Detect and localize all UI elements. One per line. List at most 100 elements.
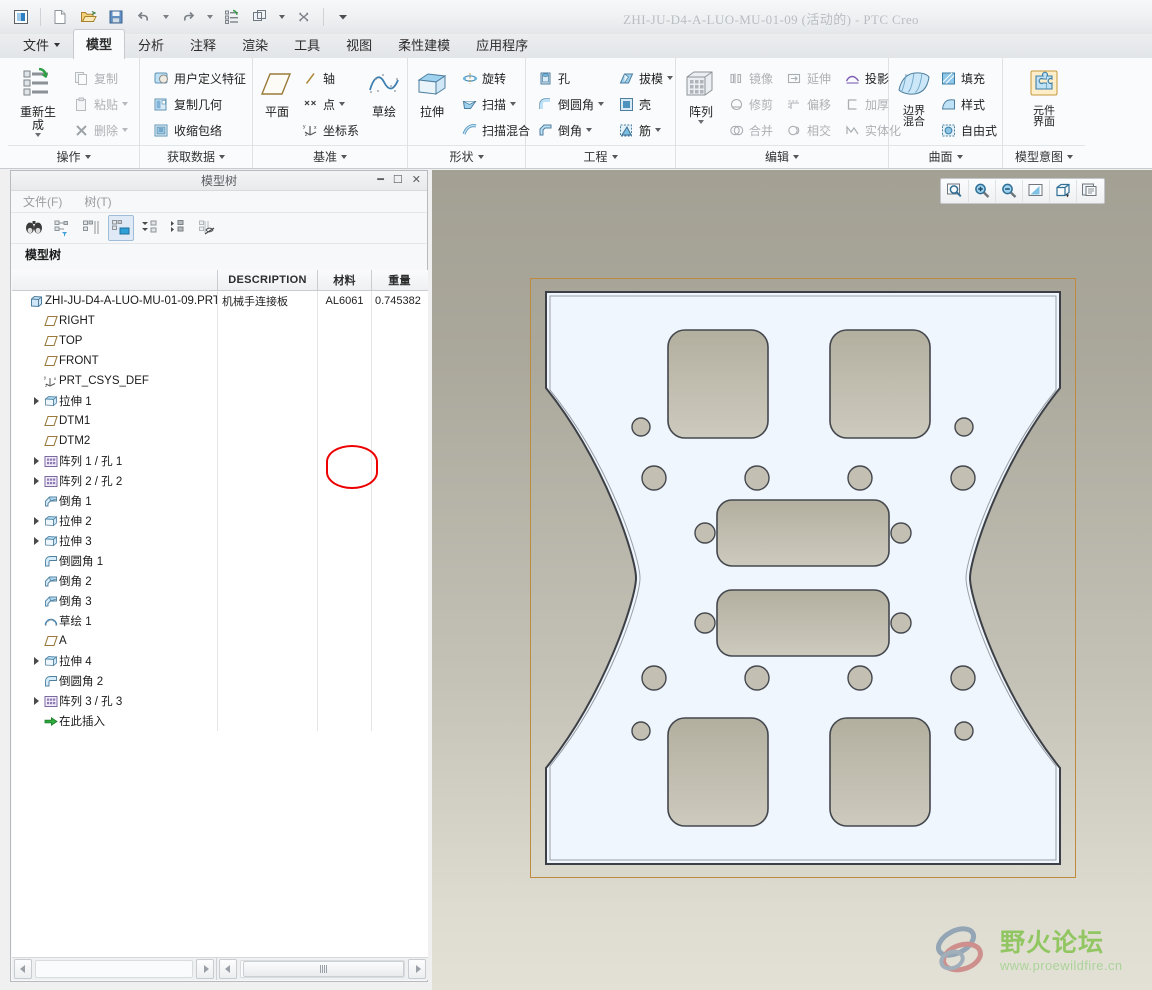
- tree-item-cell[interactable]: 倒角 1: [12, 491, 218, 511]
- expand-arrow-icon[interactable]: [30, 531, 42, 551]
- tree-item-cell[interactable]: y x z PRT_CSYS_DEF: [12, 371, 218, 391]
- table-row[interactable]: 拉伸 3: [12, 531, 428, 551]
- rib-caret-icon[interactable]: [655, 128, 662, 132]
- shrinkwrap-button[interactable]: 收缩包络: [149, 118, 250, 142]
- regenerate-caret-icon[interactable]: [34, 133, 41, 137]
- datum-axis-button[interactable]: 轴: [298, 66, 363, 90]
- table-row[interactable]: ZHI-JU-D4-A-LUO-MU-01-09.PRT 机械手连接板 AL6061…: [12, 291, 428, 311]
- expand-arrow-icon[interactable]: [30, 471, 42, 491]
- chevron-down-icon[interactable]: [54, 42, 61, 47]
- tab-0[interactable]: 文件: [10, 30, 73, 59]
- intersect-button[interactable]: 相交: [782, 118, 835, 142]
- group-caret-icon[interactable]: [956, 155, 963, 159]
- refit-icon[interactable]: [1023, 180, 1050, 202]
- column-header-weight[interactable]: 重量: [372, 270, 427, 290]
- datum-plane-button[interactable]: 平面: [260, 64, 294, 119]
- table-row[interactable]: FRONT: [12, 351, 428, 371]
- tab-8[interactable]: 应用程序: [463, 30, 541, 59]
- udf-button[interactable]: 用户定义特征: [149, 66, 250, 90]
- merge-button[interactable]: 合并: [724, 118, 777, 142]
- tree-item-cell[interactable]: DTM1: [12, 411, 218, 431]
- tree-item-cell[interactable]: TOP: [12, 331, 218, 351]
- chamfer-button[interactable]: 倒角: [533, 118, 608, 142]
- graphics-viewport[interactable]: 野火论坛 www.proewildfire.cn: [432, 170, 1152, 990]
- part-3d-model[interactable]: [530, 278, 1076, 878]
- extend-button[interactable]: 延伸: [782, 66, 835, 90]
- regenerate-button[interactable]: 重新生成: [15, 64, 61, 137]
- sweep-button[interactable]: 扫描: [457, 92, 534, 116]
- menu-file[interactable]: 文件(F): [23, 193, 62, 210]
- tree-item-cell[interactable]: 拉伸 2: [12, 511, 218, 531]
- group-caret-icon[interactable]: [341, 155, 347, 159]
- scroll-track-left[interactable]: [35, 960, 193, 978]
- coordinate-system-button[interactable]: yxz 坐标系: [298, 118, 363, 142]
- filter-settings-icon[interactable]: [50, 215, 76, 241]
- table-row[interactable]: TOP: [12, 331, 428, 351]
- close-icon[interactable]: ✕: [412, 175, 421, 186]
- mirror-button[interactable]: 镜像: [724, 66, 777, 90]
- find-icon[interactable]: [21, 215, 47, 241]
- menu-tree[interactable]: 树(T): [84, 193, 111, 210]
- paste-button[interactable]: 粘贴: [69, 92, 132, 116]
- tree-item-cell[interactable]: 拉伸 1: [12, 391, 218, 411]
- group-caret-icon[interactable]: [1067, 155, 1073, 159]
- copy-button[interactable]: 复制: [69, 66, 132, 90]
- tree-item-cell[interactable]: A: [12, 631, 218, 651]
- round-caret-icon[interactable]: [598, 102, 605, 106]
- display-style-icon[interactable]: [1050, 180, 1077, 202]
- revolve-button[interactable]: 旋转: [457, 66, 534, 90]
- scroll-thumb[interactable]: [243, 961, 404, 977]
- expand-arrow-icon[interactable]: [30, 511, 42, 531]
- rib-button[interactable]: 筋: [614, 118, 677, 142]
- minimize-icon[interactable]: ━: [377, 175, 384, 186]
- zoom-out-icon[interactable]: [996, 180, 1023, 202]
- table-row[interactable]: 拉伸 1: [12, 391, 428, 411]
- table-row[interactable]: 倒圆角 1: [12, 551, 428, 571]
- table-row[interactable]: A: [12, 631, 428, 651]
- table-row[interactable]: 倒圆角 2: [12, 671, 428, 691]
- style-button[interactable]: 样式: [936, 92, 1001, 116]
- copy-geometry-button[interactable]: 复制几何: [149, 92, 250, 116]
- table-row[interactable]: 阵列 1 / 孔 1: [12, 451, 428, 471]
- tab-5[interactable]: 工具: [281, 30, 333, 59]
- tree-item-cell[interactable]: FRONT: [12, 351, 218, 371]
- tree-item-cell[interactable]: 阵列 2 / 孔 2: [12, 471, 218, 491]
- group-caret-icon[interactable]: [84, 155, 91, 159]
- tab-2[interactable]: 分析: [125, 30, 177, 59]
- tab-6[interactable]: 视图: [333, 30, 385, 59]
- maximize-icon[interactable]: ☐: [393, 175, 403, 186]
- tab-4[interactable]: 渲染: [229, 30, 281, 59]
- sweep-caret-icon[interactable]: [510, 102, 517, 106]
- scroll-left-arrow-icon-2[interactable]: [219, 959, 237, 979]
- fill-button[interactable]: 填充: [936, 66, 1001, 90]
- offset-button[interactable]: 偏移: [782, 92, 835, 116]
- table-row[interactable]: DTM2: [12, 431, 428, 451]
- tree-item-cell[interactable]: 倒圆角 1: [12, 551, 218, 571]
- tree-item-cell[interactable]: 倒圆角 2: [12, 671, 218, 691]
- hide-items-icon[interactable]: [195, 215, 221, 241]
- zoom-area-icon[interactable]: [942, 180, 969, 202]
- table-row[interactable]: 在此插入: [12, 711, 428, 731]
- group-caret-icon[interactable]: [793, 155, 799, 159]
- sketch-button[interactable]: 草绘: [367, 64, 401, 119]
- datum-point-caret-icon[interactable]: [339, 102, 346, 106]
- round-button[interactable]: 倒圆角: [533, 92, 608, 116]
- tree-item-cell[interactable]: DTM2: [12, 431, 218, 451]
- boundary-blend-button[interactable]: 边界 混合: [896, 64, 932, 128]
- group-caret-icon[interactable]: [219, 155, 225, 159]
- tree-filters-icon[interactable]: [108, 215, 134, 241]
- draft-caret-icon[interactable]: [667, 76, 674, 80]
- datum-point-button[interactable]: 点: [298, 92, 363, 116]
- column-header-name[interactable]: [12, 270, 218, 290]
- table-row[interactable]: y x z PRT_CSYS_DEF: [12, 371, 428, 391]
- swept-blend-button[interactable]: 扫描混合: [457, 118, 534, 142]
- delete-button[interactable]: 删除: [69, 118, 132, 142]
- group-caret-icon[interactable]: [477, 155, 484, 159]
- pattern-caret-icon[interactable]: [698, 120, 704, 124]
- hole-button[interactable]: 孔: [533, 66, 608, 90]
- tree-item-cell[interactable]: 在此插入: [12, 711, 218, 731]
- table-row[interactable]: RIGHT: [12, 311, 428, 331]
- scroll-left-arrow-icon[interactable]: [14, 959, 32, 979]
- group-caret-icon[interactable]: [611, 155, 618, 159]
- table-row[interactable]: 倒角 2: [12, 571, 428, 591]
